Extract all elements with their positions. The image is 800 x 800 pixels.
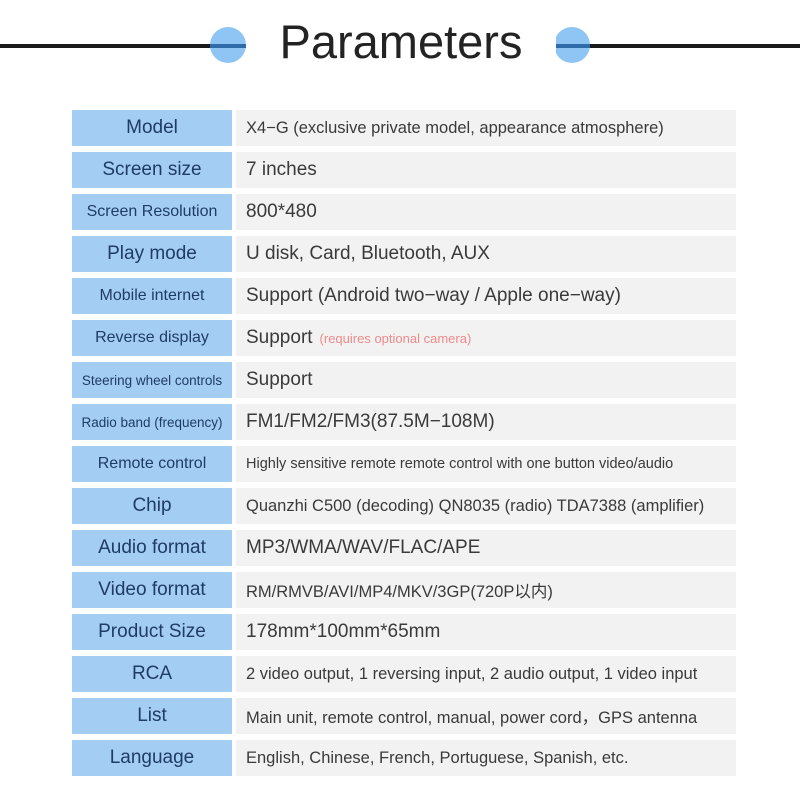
- spec-label: Remote control: [72, 446, 232, 482]
- spec-value: 2 video output, 1 reversing input, 2 aud…: [236, 656, 736, 692]
- table-row: Product Size 178mm*100mm*65mm: [72, 614, 736, 650]
- table-row: Language English, Chinese, French, Portug…: [72, 740, 736, 776]
- header-decoration-dot-right: [554, 27, 590, 63]
- spec-value: 7 inches: [236, 152, 736, 188]
- spec-label: Reverse display: [72, 320, 232, 356]
- spec-label: Audio format: [72, 530, 232, 566]
- spec-value: FM1/FM2/FM3(87.5M−108M): [236, 404, 736, 440]
- spec-label: Language: [72, 740, 232, 776]
- spec-value: Support (Android two−way / Apple one−way…: [236, 278, 736, 314]
- spec-value: 178mm*100mm*65mm: [236, 614, 736, 650]
- table-row: Screen size 7 inches: [72, 152, 736, 188]
- header-dot-band-left: [210, 44, 246, 48]
- table-row: RCA 2 video output, 1 reversing input, 2 …: [72, 656, 736, 692]
- spec-label: RCA: [72, 656, 232, 692]
- table-row: Mobile internet Support (Android two−way …: [72, 278, 736, 314]
- spec-value-text: U disk, Card, Bluetooth, AUX: [246, 243, 490, 264]
- spec-value: RM/RMVB/AVI/MP4/MKV/3GP(720P以内): [236, 572, 736, 608]
- spec-value-text: MP3/WMA/WAV/FLAC/APE: [246, 537, 481, 558]
- spec-value-text: Support (Android two−way / Apple one−way…: [246, 285, 621, 306]
- header-dot-band-right: [554, 44, 590, 48]
- spec-value-text: Quanzhi C500 (decoding) QN8035 (radio) T…: [246, 496, 705, 515]
- spec-label: Video format: [72, 572, 232, 608]
- spec-value-text: Support: [246, 369, 313, 390]
- spec-value: Quanzhi C500 (decoding) QN8035 (radio) T…: [236, 488, 736, 524]
- table-row: Play mode U disk, Card, Bluetooth, AUX: [72, 236, 736, 272]
- spec-value-note: (requires optional camera): [319, 330, 472, 346]
- spec-label: Mobile internet: [72, 278, 232, 314]
- spec-label: List: [72, 698, 232, 734]
- spec-value-text: Support: [246, 327, 313, 348]
- spec-value-text: RM/RMVB/AVI/MP4/MKV/3GP(720P以内): [246, 583, 553, 601]
- spec-value: Main unit, remote control, manual, power…: [236, 698, 736, 734]
- spec-value-text: 7 inches: [246, 159, 317, 180]
- table-row: Remote control Highly sensitive remote re…: [72, 446, 736, 482]
- spec-label: Model: [72, 110, 232, 146]
- spec-value-text: English, Chinese, French, Portuguese, Sp…: [246, 748, 629, 767]
- page-header: Parameters: [0, 0, 800, 92]
- spec-label: Chip: [72, 488, 232, 524]
- table-row: Chip Quanzhi C500 (decoding) QN8035 (radi…: [72, 488, 736, 524]
- table-row: Steering wheel controls Support: [72, 362, 736, 398]
- spec-value-text: 178mm*100mm*65mm: [246, 621, 441, 642]
- spec-value: X4−G (exclusive private model, appearanc…: [236, 110, 736, 146]
- spec-label: Steering wheel controls: [72, 362, 232, 398]
- specifications-table: Model X4−G (exclusive private model, appe…: [72, 110, 736, 782]
- spec-value-text: 2 video output, 1 reversing input, 2 aud…: [246, 664, 698, 683]
- spec-value: Support (requires optional camera): [236, 320, 736, 356]
- spec-value-text: Main unit, remote control, manual, power…: [246, 709, 698, 727]
- table-row: Screen Resolution 800*480: [72, 194, 736, 230]
- table-row: Radio band (frequency) FM1/FM2/FM3(87.5M−…: [72, 404, 736, 440]
- page-title: Parameters: [279, 15, 523, 68]
- spec-value-text: Highly sensitive remote remote control w…: [246, 456, 674, 472]
- spec-value-text: FM1/FM2/FM3(87.5M−108M): [246, 411, 495, 432]
- spec-value: English, Chinese, French, Portuguese, Sp…: [236, 740, 736, 776]
- header-decoration-dot-left: [210, 27, 246, 63]
- spec-label: Screen size: [72, 152, 232, 188]
- table-row: Model X4−G (exclusive private model, appe…: [72, 110, 736, 146]
- spec-value: MP3/WMA/WAV/FLAC/APE: [236, 530, 736, 566]
- parameters-page: Parameters Model X4−G (exclusive private …: [0, 0, 800, 800]
- table-row: List Main unit, remote control, manual, p…: [72, 698, 736, 734]
- spec-value: U disk, Card, Bluetooth, AUX: [236, 236, 736, 272]
- spec-value: 800*480: [236, 194, 736, 230]
- spec-label: Radio band (frequency): [72, 404, 232, 440]
- spec-label: Product Size: [72, 614, 232, 650]
- spec-value-text: X4−G (exclusive private model, appearanc…: [246, 118, 664, 137]
- spec-value-text: 800*480: [246, 201, 317, 222]
- spec-value: Highly sensitive remote remote control w…: [236, 446, 736, 482]
- spec-label: Play mode: [72, 236, 232, 272]
- spec-label: Screen Resolution: [72, 194, 232, 230]
- table-row: Video format RM/RMVB/AVI/MP4/MKV/3GP(720P…: [72, 572, 736, 608]
- table-row: Audio format MP3/WMA/WAV/FLAC/APE: [72, 530, 736, 566]
- table-row: Reverse display Support (requires optional…: [72, 320, 736, 356]
- spec-value: Support: [236, 362, 736, 398]
